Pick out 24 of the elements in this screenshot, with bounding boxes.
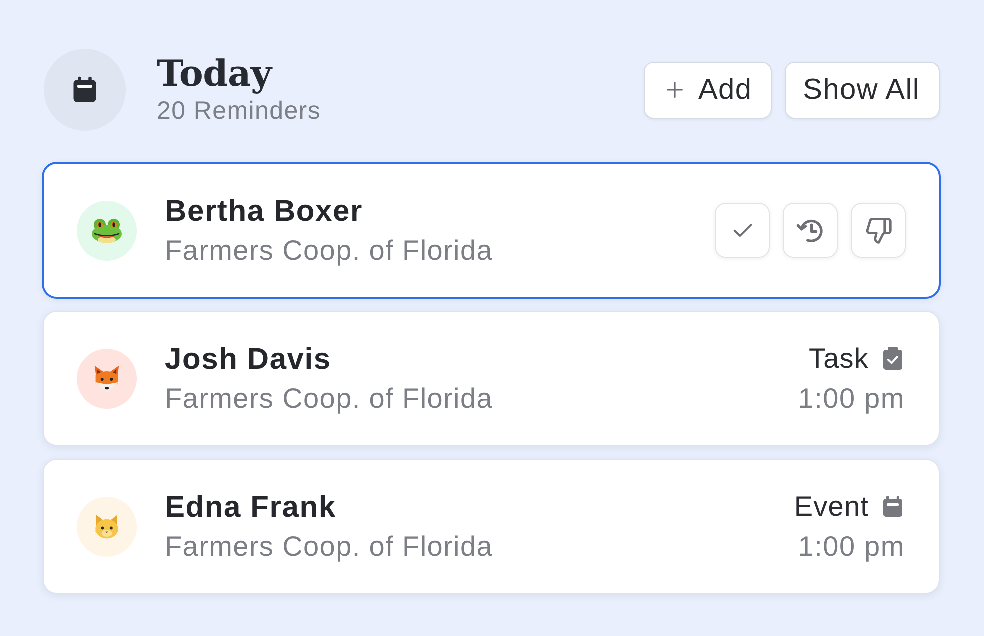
reminder-card[interactable]: Edna Frank Farmers Coop. of Florida Event 1:00 pm (43, 459, 940, 594)
reminder-time: 1:00 pm (798, 382, 905, 416)
company-name: Farmers Coop. of Florida (165, 382, 494, 416)
plus-icon (667, 82, 684, 98)
thumbs-down-icon (864, 216, 892, 244)
calendar-icon (883, 496, 903, 517)
company-name: Farmers Coop. of Florida (165, 234, 494, 268)
reminder-type: Event (794, 490, 869, 522)
dislike-button[interactable] (851, 203, 906, 258)
reminder-count: 20 Reminders (157, 96, 322, 126)
check-icon (732, 223, 752, 238)
contact-name: Edna Frank (165, 490, 336, 526)
add-button[interactable]: Add (644, 62, 772, 118)
reminder-type: Task (809, 342, 869, 374)
snooze-button[interactable] (783, 203, 838, 258)
clipboard-check-icon (883, 347, 903, 370)
reminder-card[interactable]: Josh Davis Farmers Coop. of Florida Task 1:00 pm (43, 311, 940, 446)
reminder-time: 1:00 pm (798, 530, 905, 564)
reminder-card[interactable]: Bertha Boxer Farmers Coop. of Florida (43, 163, 940, 298)
company-name: Farmers Coop. of Florida (165, 530, 494, 564)
contact-name: Josh Davis (165, 342, 332, 378)
show-all-button[interactable]: Show All (785, 62, 940, 118)
page-title: Today (157, 54, 272, 94)
contact-name: Bertha Boxer (165, 194, 363, 230)
